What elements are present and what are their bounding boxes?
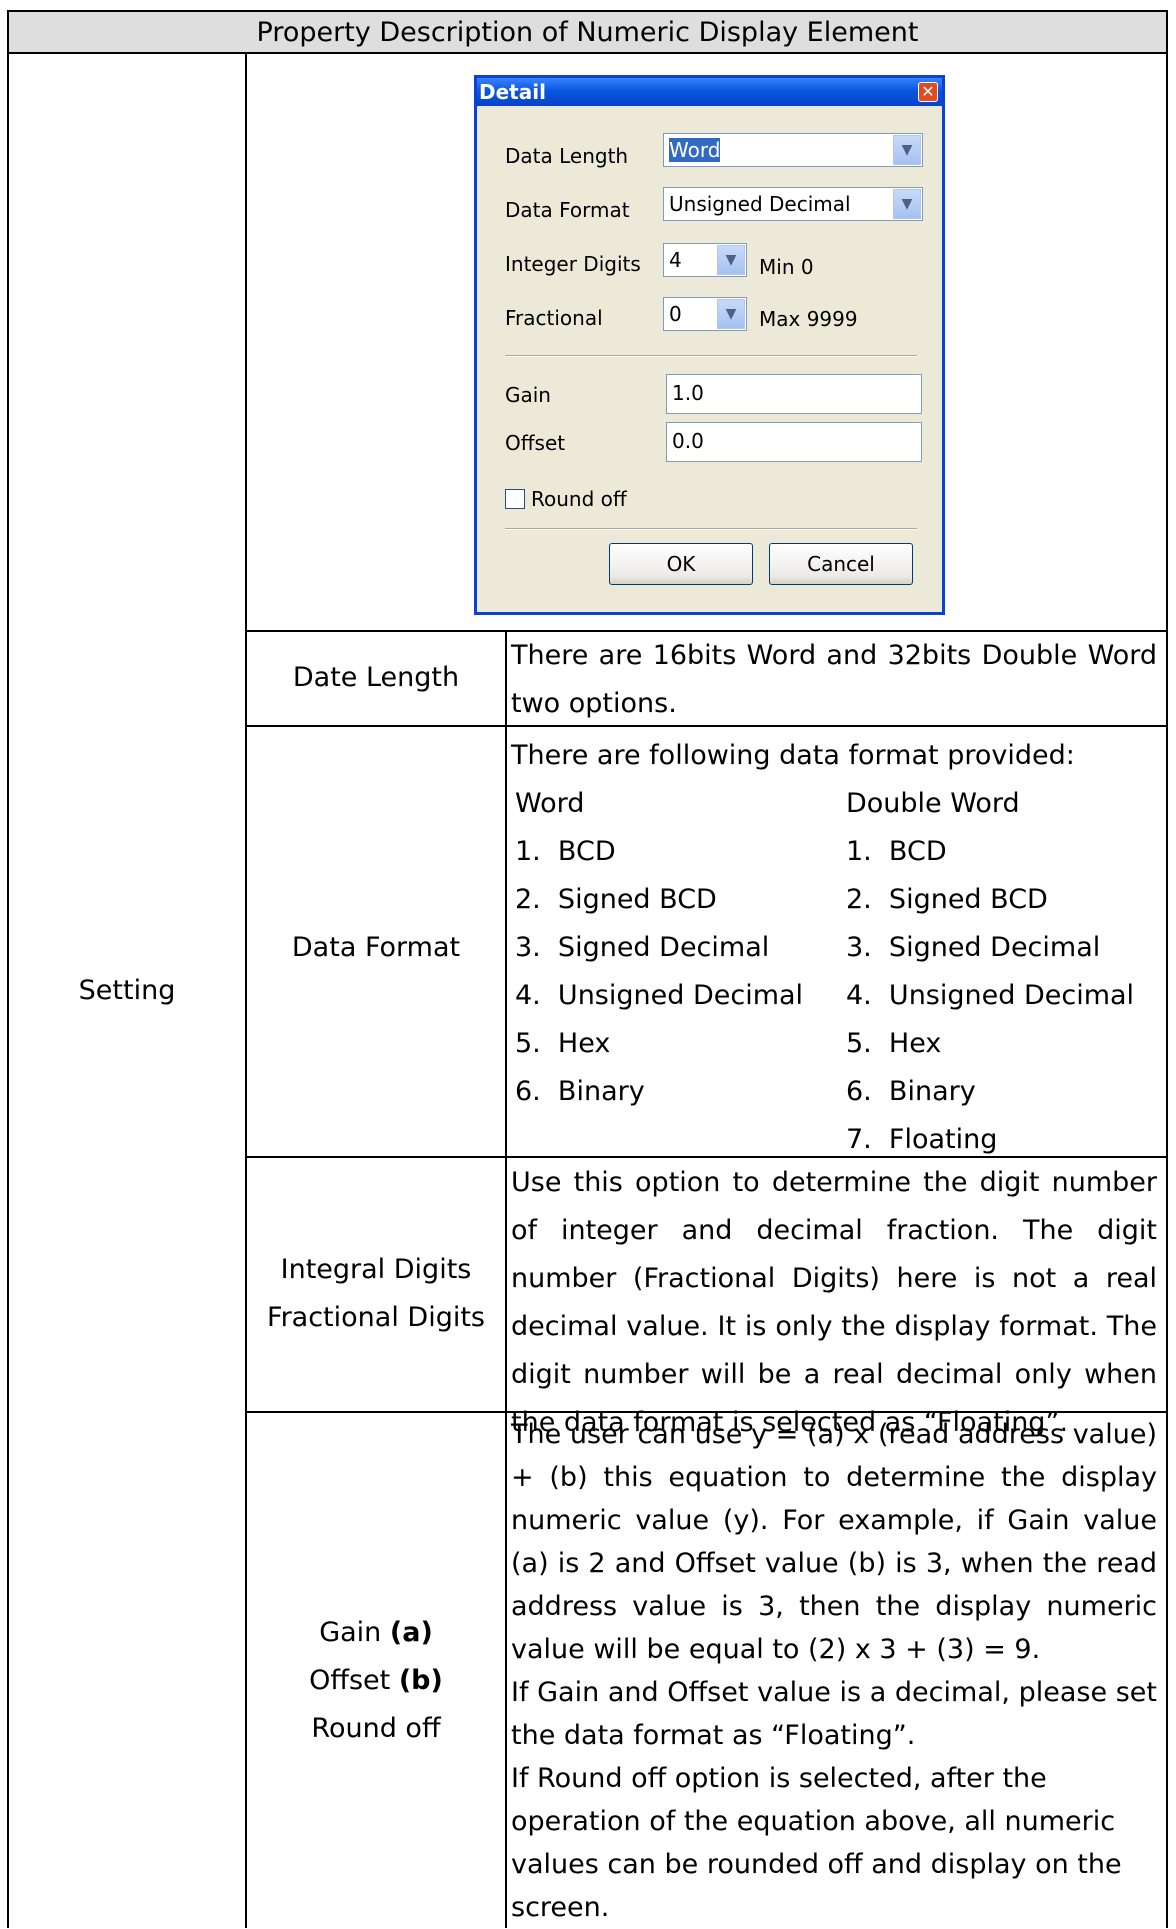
close-icon[interactable]: ✕ xyxy=(918,82,938,102)
chevron-down-icon[interactable]: ▼ xyxy=(717,245,745,275)
gain-offset-paragraph-3: If Round off option is selected, after t… xyxy=(511,1763,1122,1923)
integer-digits-value: 4 xyxy=(669,248,682,272)
row-label-gain: Gain (a) xyxy=(247,1609,505,1657)
gain-label-symbol: (a) xyxy=(389,1617,433,1648)
double-word-format-item: 1. BCD xyxy=(846,836,947,867)
double-word-format-item: 2. Signed BCD xyxy=(846,884,1048,915)
chevron-down-icon[interactable]: ▼ xyxy=(717,299,745,329)
word-column-header: Word xyxy=(515,788,585,819)
fractional-label: Fractional xyxy=(505,306,603,330)
row-label-round-off: Round off xyxy=(311,1713,441,1744)
row-label-date-length: Date Length xyxy=(292,662,460,693)
grid-line-row3 xyxy=(245,1156,1168,1158)
row-label-fractional-digits: Fractional Digits xyxy=(267,1302,485,1333)
grid-line-right xyxy=(1166,52,1168,1928)
word-format-item: 3. Signed Decimal xyxy=(515,932,770,963)
double-word-column-header: Double Word xyxy=(846,788,1020,819)
data-length-label: Data Length xyxy=(505,144,629,168)
word-format-item: 6. Binary xyxy=(515,1076,645,1107)
data-length-select[interactable]: Word ▼ xyxy=(663,133,923,167)
word-format-item: 4. Unsigned Decimal xyxy=(515,980,804,1011)
data-format-select[interactable]: Unsigned Decimal ▼ xyxy=(663,187,923,221)
gain-label: Gain xyxy=(505,383,551,407)
data-format-label: Data Format xyxy=(505,198,630,222)
data-format-intro: There are following data format provided… xyxy=(511,740,1075,771)
fractional-select[interactable]: 0 ▼ xyxy=(663,297,747,331)
fractional-value: 0 xyxy=(669,302,682,326)
grid-line-col2 xyxy=(505,630,507,1928)
detail-dialog: Detail ✕ Data Length Word ▼ Data Format … xyxy=(474,75,945,615)
double-word-format-item: 7. Floating xyxy=(846,1124,998,1155)
gain-label-text: Gain xyxy=(319,1617,382,1648)
row-label-data-format: Data Format xyxy=(291,932,461,963)
word-format-item: 1. BCD xyxy=(515,836,616,867)
ok-button[interactable]: OK xyxy=(609,543,753,585)
double-word-format-item: 4. Unsigned Decimal xyxy=(846,980,1135,1011)
integer-digits-select[interactable]: 4 ▼ xyxy=(663,243,747,277)
integer-digits-label: Integer Digits xyxy=(505,252,641,276)
document-page: Property Description of Numeric Display … xyxy=(0,0,1176,1928)
row-desc-date-length: There are 16bits Word and 32bits Double … xyxy=(511,640,1157,719)
table-title: Property Description of Numeric Display … xyxy=(7,10,1168,54)
double-word-format-item: 3. Signed Decimal xyxy=(846,932,1101,963)
separator xyxy=(505,528,917,530)
data-format-value: Unsigned Decimal xyxy=(669,192,851,216)
round-off-label: Round off xyxy=(531,487,627,511)
row-label-integral-digits: Integral Digits xyxy=(280,1254,472,1285)
offset-input[interactable]: 0.0 xyxy=(666,422,922,462)
min-label: Min 0 xyxy=(759,255,814,279)
double-word-format-item: 6. Binary xyxy=(846,1076,976,1107)
max-label: Max 9999 xyxy=(759,307,858,331)
row-label-offset: Offset (b) xyxy=(247,1657,505,1705)
dialog-titlebar: Detail ✕ xyxy=(477,78,942,106)
data-length-value: Word xyxy=(669,138,721,162)
separator xyxy=(505,355,917,357)
cancel-button[interactable]: Cancel xyxy=(769,543,913,585)
gain-offset-paragraph-2: If Gain and Offset value is a decimal, p… xyxy=(511,1677,1157,1751)
chevron-down-icon[interactable]: ▼ xyxy=(893,135,921,165)
offset-label: Offset xyxy=(505,431,566,455)
section-label-setting: Setting xyxy=(78,975,176,1006)
dialog-title: Detail xyxy=(479,80,546,104)
offset-label-symbol: (b) xyxy=(398,1665,443,1696)
gain-input[interactable]: 1.0 xyxy=(666,374,922,414)
word-format-item: 5. Hex xyxy=(515,1028,611,1059)
gain-offset-paragraph-1: The user can use y = (a) x (read address… xyxy=(511,1419,1157,1665)
offset-label-text: Offset xyxy=(309,1665,391,1696)
chevron-down-icon[interactable]: ▼ xyxy=(893,189,921,219)
double-word-format-item: 5. Hex xyxy=(846,1028,942,1059)
word-format-item: 2. Signed BCD xyxy=(515,884,717,915)
round-off-checkbox[interactable] xyxy=(505,489,525,509)
row-desc-digits: Use this option to determine the digit n… xyxy=(511,1167,1157,1438)
